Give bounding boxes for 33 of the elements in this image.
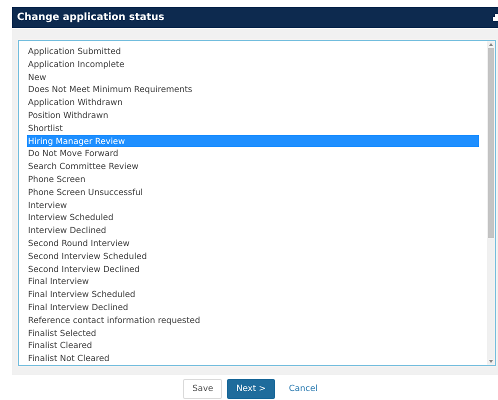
status-option[interactable]: Second Round Interview (27, 236, 479, 250)
status-option[interactable]: Shortlist (27, 122, 479, 135)
scrollbar[interactable] (487, 41, 495, 365)
status-option[interactable]: Finalist Not Cleared (27, 352, 479, 365)
status-option[interactable]: Application Submitted (27, 45, 479, 58)
status-option[interactable]: Finalist Selected (27, 326, 479, 340)
status-option[interactable]: Finalist Cleared (27, 339, 479, 352)
status-option[interactable]: Application Incomplete (27, 58, 479, 71)
status-option[interactable]: Interview (27, 198, 479, 212)
cancel-link[interactable]: Cancel (280, 379, 327, 399)
next-button[interactable]: Next > (227, 379, 275, 399)
status-option[interactable]: Position Withdrawn (27, 108, 479, 122)
status-option[interactable]: Application Withdrawn (27, 96, 479, 109)
scroll-up-icon[interactable] (489, 43, 493, 46)
status-option[interactable]: Final Interview Declined (27, 300, 479, 314)
status-option[interactable]: Second Interview Scheduled (27, 250, 479, 263)
status-option[interactable]: Final Interview Scheduled (27, 288, 479, 301)
save-button[interactable]: Save (183, 379, 222, 399)
status-listbox[interactable] (18, 40, 496, 366)
status-option[interactable]: Do Not Move Forward (27, 147, 479, 160)
status-option[interactable]: Search Committee Review (27, 160, 479, 173)
status-option[interactable]: Final Interview (27, 275, 479, 288)
status-option[interactable]: Phone Screen Unsuccessful (27, 186, 479, 199)
dialog-title: Change application status (17, 12, 164, 23)
status-option[interactable]: Interview Scheduled (27, 211, 479, 224)
scrollbar-thumb[interactable] (488, 48, 494, 238)
status-option[interactable]: Interview Declined (27, 224, 479, 237)
status-option[interactable]: New (27, 70, 479, 84)
status-option[interactable]: Phone Screen (27, 172, 479, 186)
status-option[interactable]: Does Not Meet Minimum Requirements (27, 83, 479, 96)
status-option[interactable]: Reference contact information requested (27, 314, 479, 327)
scroll-down-icon[interactable] (489, 360, 493, 363)
status-option[interactable]: Second Interview Declined (27, 262, 479, 276)
